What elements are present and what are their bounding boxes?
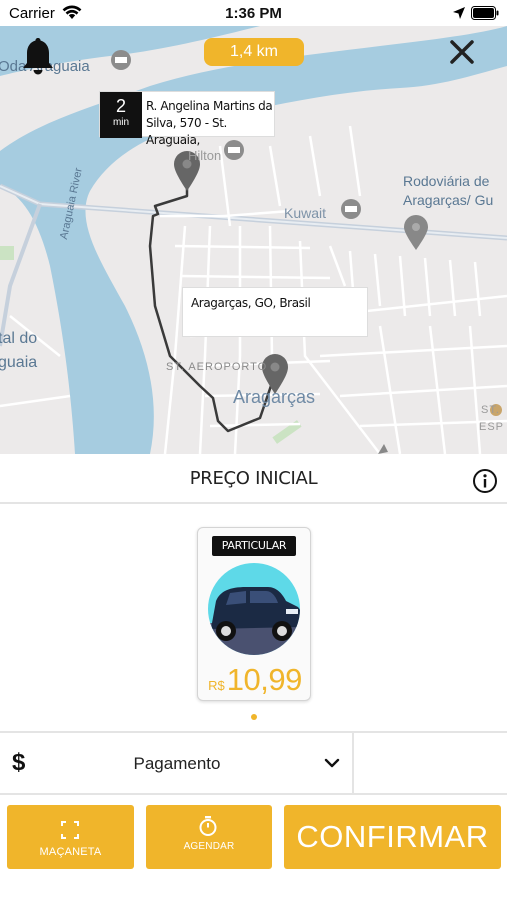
destination-address: Aragarças, GO, Brasil <box>191 296 311 310</box>
price-header: PREÇO INICIAL <box>0 454 507 504</box>
hotel-icon-top <box>111 50 131 70</box>
battery-icon <box>471 6 499 20</box>
map-label-kuwait: Kuwait <box>284 205 327 221</box>
status-bar: Carrier 1:36 PM <box>0 0 507 26</box>
eta-box: 2 min <box>100 92 142 138</box>
payment-row: $ Pagamento <box>0 731 507 795</box>
vehicle-option-card[interactable]: PARTICULAR R$10,99 <box>197 527 311 701</box>
expand-icon <box>61 821 79 839</box>
distance-badge: 1,4 km <box>204 38 304 66</box>
location-arrow-icon <box>453 7 465 19</box>
origin-address: R. Angelina Martins da Silva, 570 - St. … <box>146 99 273 147</box>
confirm-button[interactable]: CONFIRMAR <box>284 805 501 869</box>
close-icon[interactable] <box>448 38 476 66</box>
map-label-ital-2: guaia <box>0 354 38 371</box>
price-title: PREÇO INICIAL <box>189 468 318 489</box>
hotel-icon-kuwait <box>341 199 361 219</box>
map-label-ital-1: tal do <box>0 330 38 347</box>
map-label-st: ST. <box>481 404 500 416</box>
macaneta-button[interactable]: MAÇANETA <box>7 805 134 869</box>
payment-extra-field[interactable] <box>356 733 507 793</box>
map-label-hilton: Hilton <box>188 148 222 163</box>
payment-label: Pagamento <box>133 754 221 773</box>
map-label-city: Aragarças <box>233 387 316 407</box>
map-label-esp: ESP <box>479 421 505 433</box>
confirm-label: CONFIRMAR <box>296 819 489 854</box>
price-amount: 10,99 <box>226 662 303 697</box>
map-label-aeroporto: ST. AEROPORTO <box>166 361 268 373</box>
car-icon <box>208 563 300 655</box>
small-arrow <box>378 444 388 454</box>
map-view[interactable]: Araguaia River Oda Araguaia Hilton Kuwai… <box>0 26 507 454</box>
agendar-button[interactable]: AGENDAR <box>146 805 272 869</box>
map-label-rodoviaria-1: Rodoviária de <box>403 173 490 189</box>
eta-unit: min <box>112 117 130 128</box>
eta-card: 2 min R. Angelina Martins da Silva, 570 … <box>99 91 275 147</box>
destination-card: Aragarças, GO, Brasil <box>182 287 368 337</box>
timer-icon <box>199 816 217 836</box>
macaneta-label: MAÇANETA <box>39 846 102 858</box>
chevron-down-icon <box>324 758 340 768</box>
park-left <box>0 246 14 260</box>
agendar-label: AGENDAR <box>183 841 235 852</box>
vehicle-category-badge: PARTICULAR <box>212 536 296 556</box>
info-icon[interactable] <box>472 468 498 494</box>
map-label-rodoviaria-2: Aragarças/ Gu <box>403 192 494 208</box>
price-currency: R$ <box>208 678 225 693</box>
rodoviaria-pin <box>404 215 428 250</box>
vehicle-price: R$10,99 <box>198 662 312 698</box>
payment-method-select[interactable]: $ Pagamento <box>0 733 354 793</box>
carousel-page-indicator <box>251 714 257 720</box>
bell-icon[interactable] <box>20 36 56 78</box>
status-time: 1:36 PM <box>225 5 282 22</box>
eta-value: 2 <box>115 96 126 116</box>
